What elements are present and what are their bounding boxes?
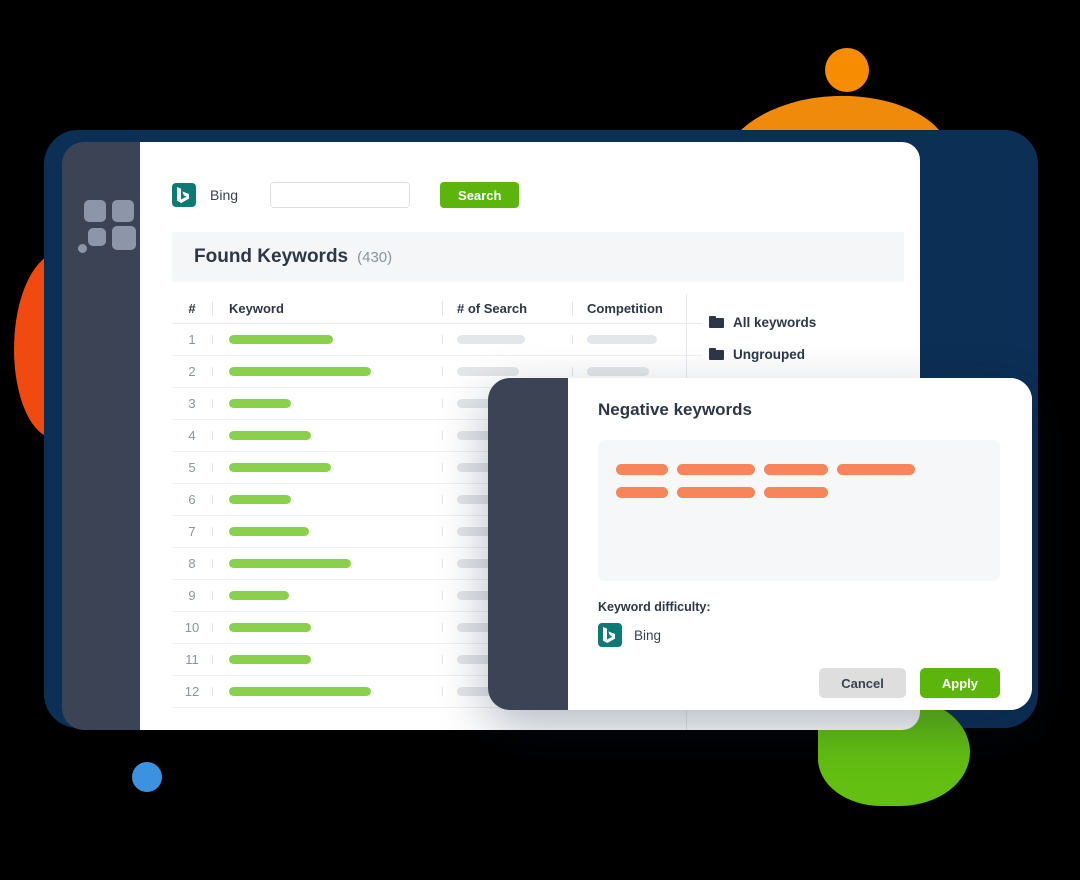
placeholder-bar xyxy=(229,335,333,344)
search-button[interactable]: Search xyxy=(440,182,520,208)
placeholder-bar xyxy=(229,591,289,600)
placeholder-bar xyxy=(229,527,309,536)
search-engine-label: Bing xyxy=(210,187,239,203)
folder-item[interactable]: Ungrouped xyxy=(709,338,904,370)
cell-competition xyxy=(572,367,702,376)
cell-keyword xyxy=(212,495,442,504)
engine-label: Bing xyxy=(634,627,662,643)
dialog-title: Negative keywords xyxy=(598,400,753,419)
negative-keywords-textarea[interactable] xyxy=(598,440,1000,581)
dialog-side-panel xyxy=(488,378,572,710)
grid-squares-icon[interactable] xyxy=(76,196,136,254)
folder-icon xyxy=(709,316,724,328)
cell-keyword xyxy=(212,559,442,568)
column-header-index[interactable]: # xyxy=(172,301,212,316)
negative-keyword-pill xyxy=(764,487,828,498)
cell-keyword xyxy=(212,527,442,536)
placeholder-bar xyxy=(229,399,291,408)
cell-keyword xyxy=(212,463,442,472)
blue-circle-decoration xyxy=(132,762,162,792)
dialog-body: Negative keywords Keyword difficulty: Bi… xyxy=(568,378,1032,710)
row-index: 4 xyxy=(188,428,196,443)
row-index: 6 xyxy=(188,492,196,507)
cell-keyword xyxy=(212,591,442,600)
placeholder-bar xyxy=(229,463,331,472)
row-index: 12 xyxy=(184,684,200,699)
found-keywords-banner: Found Keywords (430) xyxy=(172,232,904,282)
placeholder-bar xyxy=(229,367,371,376)
row-index: 8 xyxy=(188,556,196,571)
row-index: 3 xyxy=(188,396,196,411)
placeholder-bar xyxy=(229,559,351,568)
placeholder-bar xyxy=(587,335,657,344)
negative-keyword-pill xyxy=(616,464,668,475)
negative-keyword-pill xyxy=(616,487,668,498)
cell-keyword xyxy=(212,335,442,344)
placeholder-bar xyxy=(457,335,525,344)
bing-logo-icon xyxy=(598,623,622,647)
column-header-competition[interactable]: Competition xyxy=(572,301,702,316)
cell-searches xyxy=(442,367,572,376)
folder-icon xyxy=(709,348,724,360)
dialog-actions: Cancel Apply xyxy=(819,668,1000,698)
negative-keyword-pill xyxy=(837,464,915,475)
keyword-difficulty-engine[interactable]: Bing xyxy=(598,623,661,647)
placeholder-bar xyxy=(229,623,311,632)
table-row[interactable]: 1 xyxy=(172,324,702,356)
cancel-button[interactable]: Cancel xyxy=(819,668,906,698)
negative-keyword-pill xyxy=(677,487,755,498)
row-index: 1 xyxy=(188,332,196,347)
keyword-pill-row xyxy=(616,464,915,475)
row-index: 7 xyxy=(188,524,196,539)
row-index: 10 xyxy=(184,620,200,635)
folder-item[interactable]: All keywords xyxy=(709,306,904,338)
search-bar: Bing Search xyxy=(172,182,520,208)
row-index: 2 xyxy=(188,364,196,379)
column-header-searches[interactable]: # of Search xyxy=(442,301,572,316)
row-index: 9 xyxy=(188,588,196,603)
cell-searches xyxy=(442,335,572,344)
cell-keyword xyxy=(212,623,442,632)
table-header-row: # Keyword # of Search Competition xyxy=(172,294,702,324)
keyword-difficulty-label: Keyword difficulty: xyxy=(598,600,711,614)
folder-label: Ungrouped xyxy=(733,346,805,362)
row-index: 11 xyxy=(185,652,199,667)
placeholder-bar xyxy=(229,655,311,664)
cell-keyword xyxy=(212,655,442,664)
orange-circle-decoration xyxy=(825,48,869,92)
cell-keyword xyxy=(212,431,442,440)
cell-keyword xyxy=(212,399,442,408)
cell-keyword xyxy=(212,367,442,376)
cell-keyword xyxy=(212,687,442,696)
placeholder-bar xyxy=(457,367,519,376)
row-index: 5 xyxy=(188,460,196,475)
negative-keyword-pill xyxy=(764,464,828,475)
screenshot-stage: Bing Search Found Keywords (430) # Keywo… xyxy=(0,0,1080,880)
keyword-pill-row xyxy=(616,487,828,498)
placeholder-bar xyxy=(229,495,291,504)
placeholder-bar xyxy=(229,687,371,696)
found-keywords-title: Found Keywords xyxy=(194,246,349,267)
column-header-keyword[interactable]: Keyword xyxy=(212,301,442,316)
cell-competition xyxy=(572,335,702,344)
search-input[interactable] xyxy=(270,182,411,208)
apply-button[interactable]: Apply xyxy=(919,668,1000,698)
negative-keyword-pill xyxy=(677,464,755,475)
folder-label: All keywords xyxy=(733,314,817,330)
found-keywords-count: (430) xyxy=(357,248,393,266)
placeholder-bar xyxy=(587,367,649,376)
bing-logo-icon xyxy=(172,183,196,207)
placeholder-bar xyxy=(229,431,311,440)
